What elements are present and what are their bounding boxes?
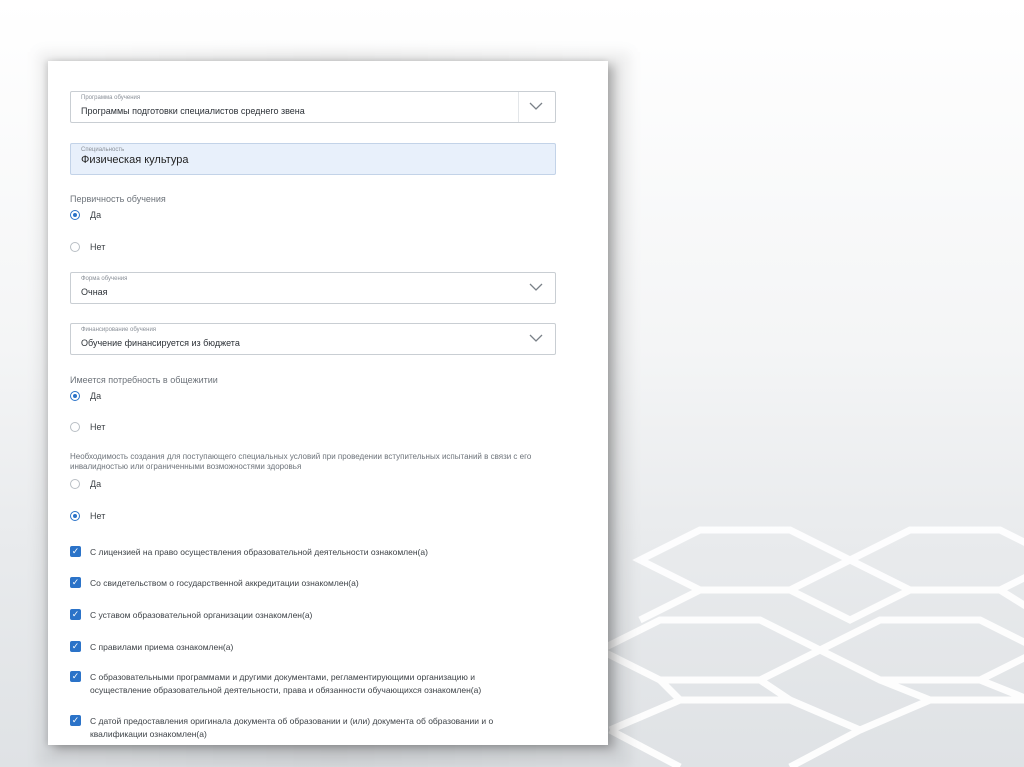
program-select-label: Программа обучения [81, 95, 141, 101]
programs-label: С образовательными программами и другими… [90, 672, 482, 695]
license-checkbox[interactable]: ✓ [70, 546, 81, 557]
select-divider [518, 92, 519, 122]
specialty-field-value: Физическая культура [81, 154, 189, 166]
special-conditions-yes-label: Да [90, 479, 102, 489]
primary-no-label: Нет [90, 242, 106, 252]
specialty-field-label: Специальность [81, 147, 125, 153]
admission-rules-checkbox[interactable]: ✓ [70, 641, 81, 652]
study-form-label: Форма обучения [81, 276, 128, 282]
primary-yes-label: Да [90, 210, 102, 220]
special-conditions-yes-radio[interactable] [70, 479, 80, 489]
dormitory-yes-radio[interactable] [70, 391, 80, 401]
primary-question: Первичность обучения [70, 194, 166, 204]
programs-checkbox[interactable]: ✓ [70, 671, 81, 682]
dormitory-no-radio[interactable] [70, 422, 80, 432]
charter-label: С уставом образовательной организации оз… [90, 610, 313, 620]
accreditation-label: Со свидетельством о государственной аккр… [90, 578, 359, 588]
funding-value: Обучение финансируется из бюджета [81, 338, 240, 348]
license-label: С лицензией на право осуществления образ… [90, 547, 428, 557]
admission-rules-label: С правилами приема ознакомлен(а) [90, 642, 234, 652]
application-form: Программа обучения Программы подготовки … [48, 61, 608, 745]
dormitory-yes-label: Да [90, 391, 102, 401]
program-select[interactable]: Программа обучения Программы подготовки … [70, 91, 556, 123]
charter-checkbox[interactable]: ✓ [70, 609, 81, 620]
chevron-down-icon[interactable] [529, 333, 543, 343]
special-conditions-no-radio[interactable] [70, 511, 80, 521]
special-conditions-no-label: Нет [90, 511, 106, 521]
special-conditions-question: Необходимость создания для поступающего … [70, 452, 532, 471]
dormitory-no-label: Нет [90, 422, 106, 432]
funding-label: Финансирование обучения [81, 327, 157, 333]
program-select-value: Программы подготовки специалистов средне… [81, 106, 305, 116]
funding-select[interactable]: Финансирование обучения Обучение финанси… [70, 323, 556, 355]
specialty-field[interactable]: Специальность Физическая культура [70, 143, 556, 175]
study-form-select[interactable]: Форма обучения Очная [70, 272, 556, 304]
primary-no-radio[interactable] [70, 242, 80, 252]
accreditation-checkbox[interactable]: ✓ [70, 577, 81, 588]
study-form-value: Очная [81, 287, 108, 297]
chevron-down-icon[interactable] [529, 101, 543, 111]
original-document-checkbox[interactable]: ✓ [70, 715, 81, 726]
original-document-label: С датой предоставления оригинала докумен… [90, 716, 494, 739]
primary-yes-radio[interactable] [70, 210, 80, 220]
chevron-down-icon[interactable] [529, 282, 543, 292]
dormitory-question: Имеется потребность в общежитии [70, 375, 218, 385]
